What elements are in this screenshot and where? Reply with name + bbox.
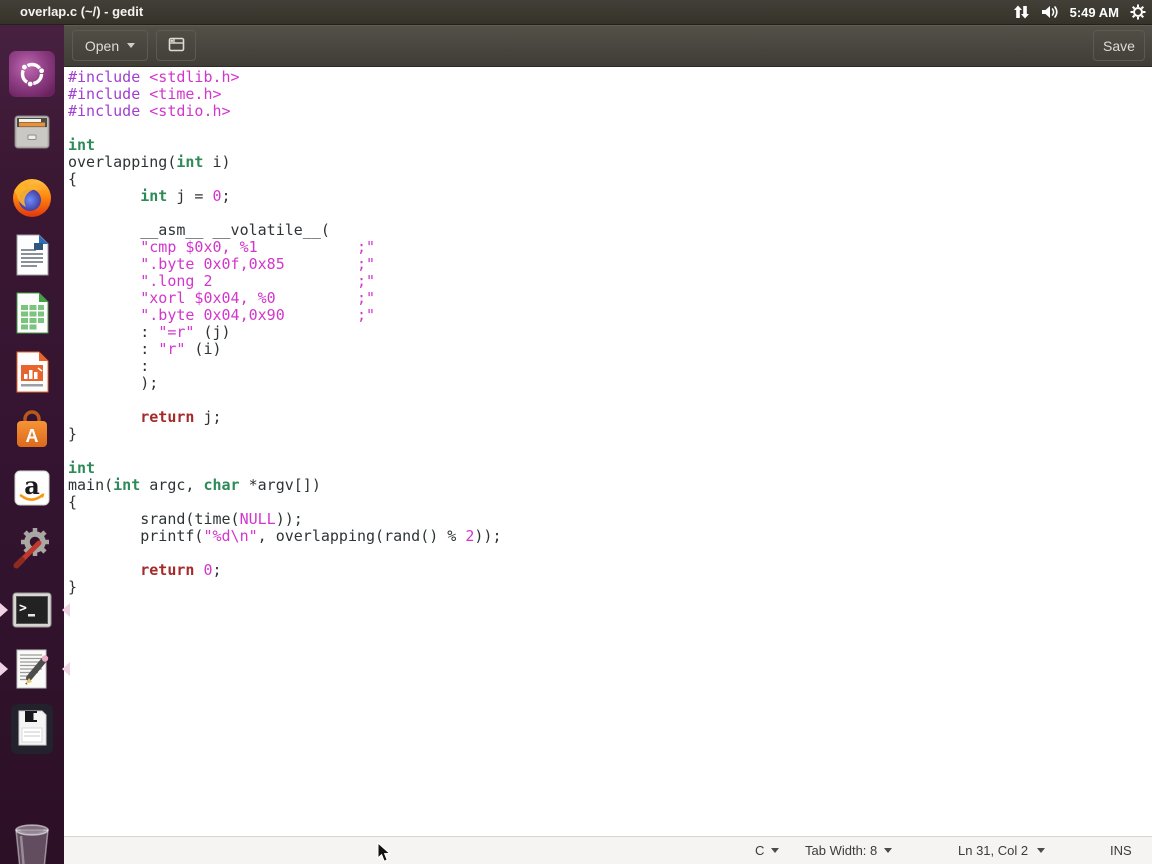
save-button-label: Save: [1103, 37, 1135, 54]
code-line: );: [68, 374, 159, 392]
new-document-button[interactable]: [156, 30, 196, 61]
code-area: #include <stdlib.h> #include <time.h> #inc…: [68, 69, 502, 596]
gedit-toolbar: Open Save: [64, 25, 1152, 67]
code-line: ".long 2 ;": [140, 272, 376, 290]
focused-indicator: [62, 603, 70, 617]
cursor-position[interactable]: Ln 31, Col 2: [958, 837, 1028, 864]
tab-width-label: Tab Width: 8: [805, 843, 878, 858]
svg-text:A: A: [26, 426, 39, 446]
svg-text:a: a: [24, 471, 40, 500]
code-line: ".byte 0x04,0x90 ;": [140, 306, 376, 324]
dock-item-terminal[interactable]: >: [0, 586, 70, 634]
dock-item-calc[interactable]: [8, 289, 56, 337]
code-line: #include <stdlib.h>: [68, 68, 240, 86]
dock-item-amazon[interactable]: a: [8, 464, 56, 512]
svg-text:>: >: [19, 601, 27, 616]
save-button[interactable]: Save: [1093, 30, 1145, 61]
dock-item-ubuntu[interactable]: [8, 50, 56, 98]
new-document-icon: [167, 36, 186, 56]
text-editor-area[interactable]: #include <stdlib.h> #include <time.h> #inc…: [64, 67, 1152, 836]
dock-item-floppy[interactable]: [8, 703, 56, 754]
focused-indicator: [62, 662, 70, 676]
dock-item-files[interactable]: [8, 108, 56, 156]
open-button[interactable]: Open: [72, 30, 148, 61]
code-line: srand(time(NULL));: [68, 510, 303, 528]
open-button-label: Open: [84, 37, 120, 54]
gear-icon[interactable]: [1130, 4, 1146, 20]
running-indicator: [0, 603, 8, 617]
dock-item-gedit[interactable]: [0, 645, 70, 693]
floppy-icon: [8, 703, 56, 755]
firefox-icon: [8, 173, 56, 221]
window-title: overlap.c (~/) - gedit: [20, 4, 144, 19]
code-line: :: [68, 357, 150, 375]
chevron-down-icon: [127, 43, 136, 48]
amazon-icon: a: [8, 464, 56, 512]
statusbar-dropdown[interactable]: [1037, 837, 1045, 864]
top-panel: overlap.c (~/) - gedit 5:49 AM: [0, 0, 1152, 25]
code-line: int: [68, 136, 96, 154]
code-line: }: [68, 578, 78, 596]
code-line: return 0;: [140, 561, 222, 579]
insert-mode-label: INS: [1110, 843, 1132, 858]
statusbar: C Tab Width: 8 Ln 31, Col 2 INS: [64, 836, 1152, 864]
terminal-icon: >: [8, 586, 56, 634]
impress-icon: [8, 348, 56, 396]
code-line: #include <time.h>: [68, 85, 222, 103]
tab-width-selector[interactable]: Tab Width: 8: [805, 837, 893, 864]
volume-icon[interactable]: [1041, 4, 1059, 20]
clock[interactable]: 5:49 AM: [1070, 5, 1119, 20]
code-line: {: [68, 493, 78, 511]
code-line: int j = 0;: [140, 187, 231, 205]
code-line: __asm__ __volatile__(: [68, 221, 330, 239]
code-line: printf("%d\n", overlapping(rand() % 2));: [68, 527, 502, 545]
settings-icon: [8, 522, 56, 570]
code-line: overlapping(int i): [68, 153, 231, 171]
dock-item-trash[interactable]: [8, 822, 56, 864]
code-line: }: [68, 425, 78, 443]
files-icon: [8, 108, 56, 156]
chevron-down-icon: [771, 848, 780, 853]
dock-item-impress[interactable]: [8, 348, 56, 396]
system-tray: 5:49 AM: [1013, 0, 1146, 24]
dock-item-settings[interactable]: [8, 522, 56, 570]
trash-icon: [8, 822, 56, 864]
writer-icon: [8, 231, 56, 279]
code-line: {: [68, 170, 78, 188]
code-line: int: [68, 459, 96, 477]
gedit-window: Open Save #include <stdlib.h> #include <…: [64, 25, 1152, 864]
calc-icon: [8, 289, 56, 337]
code-line: main(int argc, char *argv[]): [68, 476, 321, 494]
code-line: "cmp $0x0, %1 ;": [140, 238, 376, 256]
code-line: "xorl $0x04, %0 ;": [140, 289, 376, 307]
code-line: ".byte 0x0f,0x85 ;": [140, 255, 376, 273]
network-updown-icon[interactable]: [1013, 4, 1030, 20]
software-icon: A: [8, 406, 56, 454]
gedit-icon: [8, 645, 56, 693]
running-indicator: [0, 662, 8, 676]
code-line: : "r" (i): [68, 340, 222, 358]
dock-item-software[interactable]: A: [8, 406, 56, 454]
dock-item-firefox[interactable]: [8, 173, 56, 221]
code-line: : "=r" (j): [68, 323, 231, 341]
desktop: overlap.c (~/) - gedit 5:49 AM A a > Ope…: [0, 0, 1152, 864]
chevron-down-icon: [884, 848, 893, 853]
cursor-position-label: Ln 31, Col 2: [958, 843, 1029, 858]
language-label: C: [755, 843, 765, 858]
code-line: return j;: [140, 408, 222, 426]
dock-item-writer[interactable]: [8, 231, 56, 279]
ubuntu-icon: [8, 50, 56, 98]
code-line: #include <stdio.h>: [68, 102, 231, 120]
insert-mode-indicator: INS: [1110, 837, 1132, 864]
chevron-down-icon: [1037, 848, 1045, 853]
launcher-dock: Aa >: [0, 25, 70, 864]
language-selector[interactable]: C: [755, 837, 780, 864]
